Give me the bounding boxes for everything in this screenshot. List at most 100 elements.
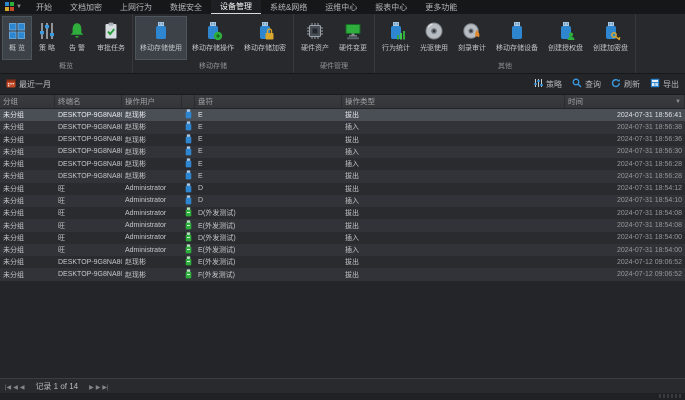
refresh-icon	[611, 78, 621, 90]
ribbon-button-1-0[interactable]: 移动存储使用	[135, 16, 187, 60]
column-header-5[interactable]: 操作类型	[342, 95, 565, 108]
column-header-0[interactable]: 分组	[0, 95, 55, 108]
table-row[interactable]: 未分组旺AdministratorE(外发测试)插入2024-07-31 18:…	[0, 244, 685, 256]
ribbon-button-0-3[interactable]: 审批任务	[92, 16, 130, 60]
nav-prev-button-0[interactable]: |◀	[4, 385, 12, 391]
ribbon-button-label: 硬件资产	[301, 43, 329, 53]
ribbon-button-0-2[interactable]: 告 警	[62, 16, 92, 60]
table-header: 分组终端名操作用户盘符操作类型时间▼	[0, 95, 685, 109]
drive-icon-cell	[182, 134, 195, 146]
menu-item-6[interactable]: 运维中心	[316, 0, 366, 14]
table-row[interactable]: 未分组DESKTOP-9G8NA80赵现彬E插入2024-07-31 18:56…	[0, 146, 685, 158]
date-filter-button[interactable]: 最近一月	[6, 78, 51, 90]
ribbon-button-1-1[interactable]: 移动存储操作	[187, 16, 239, 60]
table-row[interactable]: 未分组旺AdministratorD(外发测试)插入2024-07-31 18:…	[0, 232, 685, 244]
disc-burn-icon	[462, 20, 482, 42]
toolbar-action-1[interactable]: 查询	[572, 78, 601, 90]
ribbon-button-3-4[interactable]: 创建授权盘	[543, 16, 588, 60]
menu-item-1[interactable]: 文档加密	[61, 0, 111, 14]
menu-item-7[interactable]: 报表中心	[366, 0, 416, 14]
operation-cell: 拔出	[342, 256, 565, 268]
operation-cell: 插入	[342, 158, 565, 170]
menu-item-4[interactable]: 设备管理	[211, 0, 261, 14]
ribbon-button-0-0[interactable]: 概 览	[2, 16, 32, 60]
nav-next-button-2[interactable]: ▶|	[101, 385, 109, 391]
usb-blue-icon	[185, 195, 192, 207]
terminal-cell: 旺	[55, 219, 122, 231]
toolbar-action-label: 刷新	[624, 79, 640, 90]
ribbon-button-label: 刻录审计	[458, 43, 486, 53]
drive-icon-cell	[182, 109, 195, 121]
nav-left-buttons: |◀◀◀	[4, 382, 25, 391]
group-cell: 未分组	[0, 158, 55, 170]
menu-item-2[interactable]: 上网行为	[111, 0, 161, 14]
date-filter-label: 最近一月	[19, 79, 51, 90]
table-row[interactable]: 未分组DESKTOP-9G8NA80赵现彬E拔出2024-07-31 18:56…	[0, 109, 685, 121]
column-header-6[interactable]: 时间▼	[565, 95, 685, 108]
column-header-1[interactable]: 终端名	[55, 95, 122, 108]
time-cell: 2024-07-31 18:56:41	[565, 109, 685, 121]
table-row[interactable]: 未分组DESKTOP-9G8NA80赵现彬E(外发测试)拔出2024-07-12…	[0, 256, 685, 268]
ribbon-button-label: 创建授权盘	[548, 43, 583, 53]
operation-cell: 插入	[342, 121, 565, 133]
usb-gear-icon	[203, 20, 223, 42]
table-row[interactable]: 未分组旺AdministratorD拔出2024-07-31 18:54:12	[0, 183, 685, 195]
table-row[interactable]: 未分组DESKTOP-9G8NA80赵现彬E拔出2024-07-31 18:56…	[0, 170, 685, 182]
time-cell: 2024-07-31 18:54:08	[565, 207, 685, 219]
drive-icon-cell	[182, 195, 195, 207]
table-row[interactable]: 未分组旺AdministratorD插入2024-07-31 18:54:10	[0, 195, 685, 207]
user-cell: Administrator	[122, 219, 182, 231]
user-cell: 赵现彬	[122, 256, 182, 268]
ribbon-button-label: 审批任务	[97, 43, 125, 53]
menu-item-8[interactable]: 更多功能	[416, 0, 466, 14]
ribbon-button-3-5[interactable]: 创建加密盘	[588, 16, 633, 60]
time-cell: 2024-07-31 18:54:08	[565, 219, 685, 231]
usb-blue-icon	[185, 134, 192, 146]
table-row[interactable]: 未分组DESKTOP-9G8NA80赵现彬E插入2024-07-31 18:56…	[0, 121, 685, 133]
terminal-cell: DESKTOP-9G8NA80	[55, 121, 122, 133]
usb-green-icon	[185, 207, 192, 219]
ribbon-button-3-1[interactable]: 光驱使用	[415, 16, 453, 60]
menu-item-5[interactable]: 系统&网络	[261, 0, 316, 14]
table-row[interactable]: 未分组DESKTOP-9G8NA80赵现彬E插入2024-07-31 18:56…	[0, 158, 685, 170]
column-header-4[interactable]: 盘符	[195, 95, 342, 108]
table-row[interactable]: 未分组旺AdministratorD(外发测试)拔出2024-07-31 18:…	[0, 207, 685, 219]
nav-next-button-0[interactable]: ▶	[88, 385, 95, 391]
column-header-3[interactable]	[182, 95, 195, 108]
ribbon-button-1-2[interactable]: 移动存储加密	[239, 16, 291, 60]
ribbon-button-3-0[interactable]: 行为统计	[377, 16, 415, 60]
grid-icon	[7, 20, 27, 42]
nav-prev-button-1[interactable]: ◀	[12, 385, 19, 391]
usb-chart-icon	[386, 20, 406, 42]
ribbon-button-0-1[interactable]: 策 略	[32, 16, 62, 60]
ribbon-group-label: 硬件管理	[296, 60, 372, 73]
ribbon-button-2-0[interactable]: 硬件资产	[296, 16, 334, 60]
ribbon-button-3-3[interactable]: 移动存储设备	[491, 16, 543, 60]
filter-caret-icon[interactable]: ▼	[675, 99, 681, 105]
nav-prev-button-2[interactable]: ◀	[19, 385, 26, 391]
menu-item-0[interactable]: 开始	[27, 0, 61, 14]
user-cell: Administrator	[122, 207, 182, 219]
terminal-cell: DESKTOP-9G8NA80	[55, 170, 122, 182]
ribbon-button-3-2[interactable]: 刻录审计	[453, 16, 491, 60]
table-row[interactable]: 未分组DESKTOP-9G8NA80赵现彬E拔出2024-07-31 18:56…	[0, 134, 685, 146]
drive-cell: D	[195, 183, 342, 195]
time-cell: 2024-07-31 18:54:00	[565, 244, 685, 256]
user-cell: 赵现彬	[122, 170, 182, 182]
app-menu-button[interactable]: ▼	[0, 0, 27, 14]
menu-item-3[interactable]: 数据安全	[161, 0, 211, 14]
toolbar-action-0[interactable]: 策略	[533, 78, 562, 90]
ribbon-button-2-1[interactable]: 硬件变更	[334, 16, 372, 60]
toolbar-action-3[interactable]: 导出	[650, 78, 679, 90]
calendar-icon	[6, 78, 16, 90]
table-row[interactable]: 未分组DESKTOP-9G8NA80赵现彬F(外发测试)拔出2024-07-12…	[0, 268, 685, 280]
operation-cell: 插入	[342, 195, 565, 207]
user-cell: 赵现彬	[122, 121, 182, 133]
table-row[interactable]: 未分组旺AdministratorE(外发测试)拔出2024-07-31 18:…	[0, 219, 685, 231]
drive-cell: E	[195, 109, 342, 121]
drive-icon-cell	[182, 256, 195, 268]
ribbon-button-label: 移动存储使用	[140, 43, 182, 53]
drive-cell: E(外发测试)	[195, 219, 342, 231]
toolbar-action-2[interactable]: 刷新	[611, 78, 640, 90]
column-header-2[interactable]: 操作用户	[122, 95, 182, 108]
